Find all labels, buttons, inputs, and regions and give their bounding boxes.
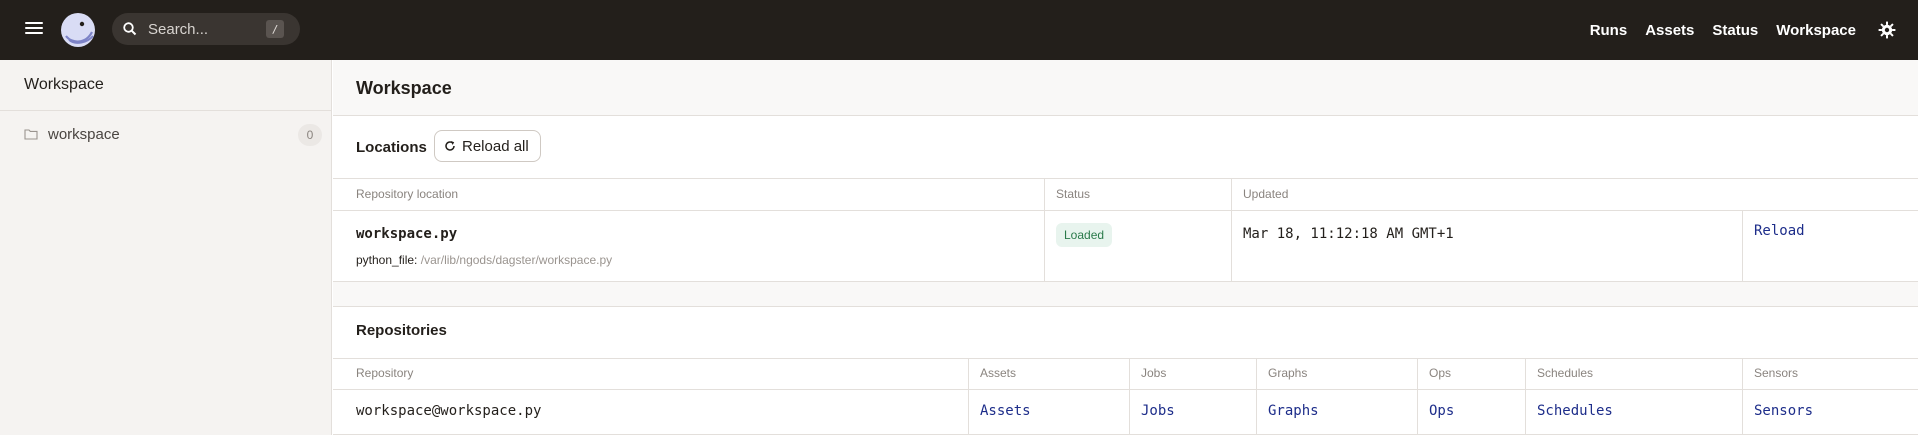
nav-assets[interactable]: Assets [1645, 22, 1694, 39]
column-header-assets: Assets [980, 366, 1017, 380]
repo-jobs-link[interactable]: Jobs [1141, 403, 1175, 419]
folder-icon [24, 129, 38, 140]
search-icon [123, 22, 137, 36]
column-header-jobs: Jobs [1141, 366, 1167, 380]
table-divider [333, 178, 1918, 179]
table-divider [333, 389, 1918, 390]
column-divider [1129, 358, 1130, 435]
repo-ops-link[interactable]: Ops [1429, 403, 1454, 419]
column-divider [968, 358, 969, 435]
nav-runs[interactable]: Runs [1590, 22, 1628, 39]
column-divider [1231, 178, 1232, 282]
sidebar-title: Workspace [24, 76, 104, 93]
repo-assets-link[interactable]: Assets [980, 403, 1031, 419]
top-navigation-bar: Search... / Runs Assets Status Workspace [0, 0, 1918, 60]
status-badge: Loaded [1056, 223, 1113, 247]
sidebar-item-label: workspace [48, 125, 120, 143]
page-title: Workspace [356, 78, 452, 98]
reload-all-label: Reload all [462, 137, 529, 155]
table-divider [333, 210, 1918, 211]
column-header-status: Status [1056, 187, 1091, 201]
column-header-updated: Updated [1243, 187, 1289, 201]
column-header-graphs: Graphs [1268, 366, 1308, 380]
section-gap [333, 282, 1918, 306]
sidebar-divider [0, 110, 331, 111]
location-meta-label: python_file: [356, 253, 418, 267]
repo-schedules-link[interactable]: Schedules [1537, 403, 1613, 419]
location-meta: python_file: /var/lib/ngods/dagster/work… [356, 253, 612, 267]
repo-sensors-link[interactable]: Sensors [1754, 403, 1813, 419]
column-divider [1742, 210, 1743, 282]
gear-icon[interactable] [1878, 21, 1896, 39]
column-header-ops: Ops [1429, 366, 1452, 380]
column-divider [1742, 358, 1743, 435]
nav-workspace[interactable]: Workspace [1776, 22, 1856, 39]
column-header-repository: Repository [356, 366, 414, 380]
locations-heading: Locations [356, 139, 427, 156]
location-meta-path: /var/lib/ngods/dagster/workspace.py [420, 253, 613, 267]
nav-status[interactable]: Status [1712, 22, 1758, 39]
updated-timestamp: Mar 18, 11:12:18 AM GMT+1 [1243, 226, 1454, 242]
column-divider [1417, 358, 1418, 435]
search-shortcut-key: / [266, 20, 284, 38]
column-header-schedules: Schedules [1537, 366, 1594, 380]
search-input[interactable]: Search... / [112, 13, 300, 45]
menu-icon[interactable] [22, 19, 46, 41]
repository-name: workspace@workspace.py [356, 403, 542, 419]
sidebar: Workspace workspace 0 [0, 60, 332, 435]
column-divider [1044, 178, 1045, 282]
top-nav-links: Runs Assets Status Workspace [1572, 0, 1918, 60]
repo-graphs-link[interactable]: Graphs [1268, 403, 1319, 419]
sidebar-item-count-badge: 0 [298, 124, 322, 146]
dagster-logo[interactable] [58, 10, 98, 50]
column-divider [1256, 358, 1257, 435]
search-placeholder: Search... [148, 20, 209, 38]
repositories-heading: Repositories [356, 322, 447, 339]
reload-all-button[interactable]: Reload all [434, 130, 541, 162]
sidebar-item-workspace[interactable]: workspace 0 [12, 118, 322, 150]
reload-location-link[interactable]: Reload [1754, 223, 1805, 239]
page-header: Workspace [333, 60, 1918, 116]
table-divider [333, 306, 1918, 307]
table-divider [333, 358, 1918, 359]
refresh-icon [445, 141, 455, 151]
column-header-repository-location: Repository location [356, 187, 459, 201]
main-content: Workspace Locations Reload all Repositor… [333, 60, 1918, 435]
location-name: workspace.py [356, 226, 458, 242]
column-header-sensors: Sensors [1754, 366, 1799, 380]
column-divider [1525, 358, 1526, 435]
